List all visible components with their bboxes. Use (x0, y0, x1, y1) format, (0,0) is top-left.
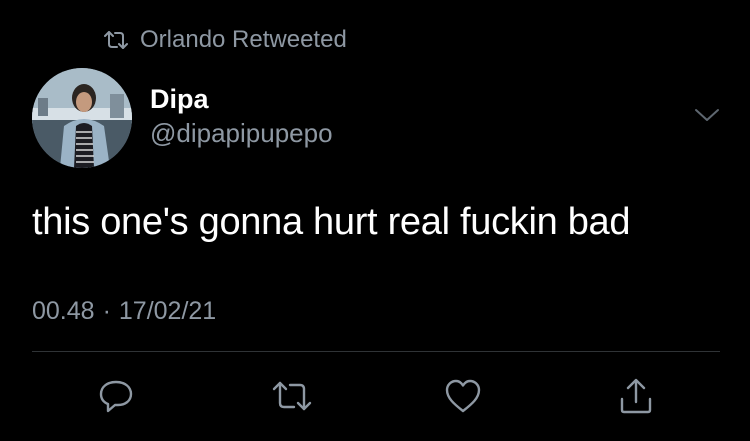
retweet-icon (104, 30, 128, 50)
share-icon (618, 377, 654, 415)
avatar-image (32, 68, 132, 168)
retweet-icon (272, 379, 312, 413)
author-name[interactable]: Dipa (150, 84, 333, 114)
action-bar (0, 374, 750, 418)
heart-icon (444, 378, 482, 414)
author-info[interactable]: Dipa @dipapipupepo (150, 84, 333, 148)
reply-icon (97, 377, 135, 415)
share-button[interactable] (614, 374, 658, 418)
tweet-date: 17/02/21 (118, 297, 217, 325)
divider (32, 351, 720, 352)
reply-button[interactable] (94, 374, 138, 418)
like-button[interactable] (441, 374, 485, 418)
meta-separator: · (102, 297, 111, 325)
tweet-time: 00.48 (32, 297, 95, 325)
tweet-text: this one's gonna hurt real fuckin bad (32, 201, 631, 243)
tweet-meta: 00.48 · 17/02/21 (32, 297, 216, 326)
author-handle[interactable]: @dipapipupepo (150, 118, 333, 148)
chevron-down-icon[interactable] (694, 104, 720, 124)
avatar[interactable] (32, 68, 132, 168)
retweet-context-text: Orlando Retweeted (140, 26, 347, 53)
retweet-button[interactable] (270, 374, 314, 418)
retweet-context[interactable]: Orlando Retweeted (104, 26, 347, 54)
